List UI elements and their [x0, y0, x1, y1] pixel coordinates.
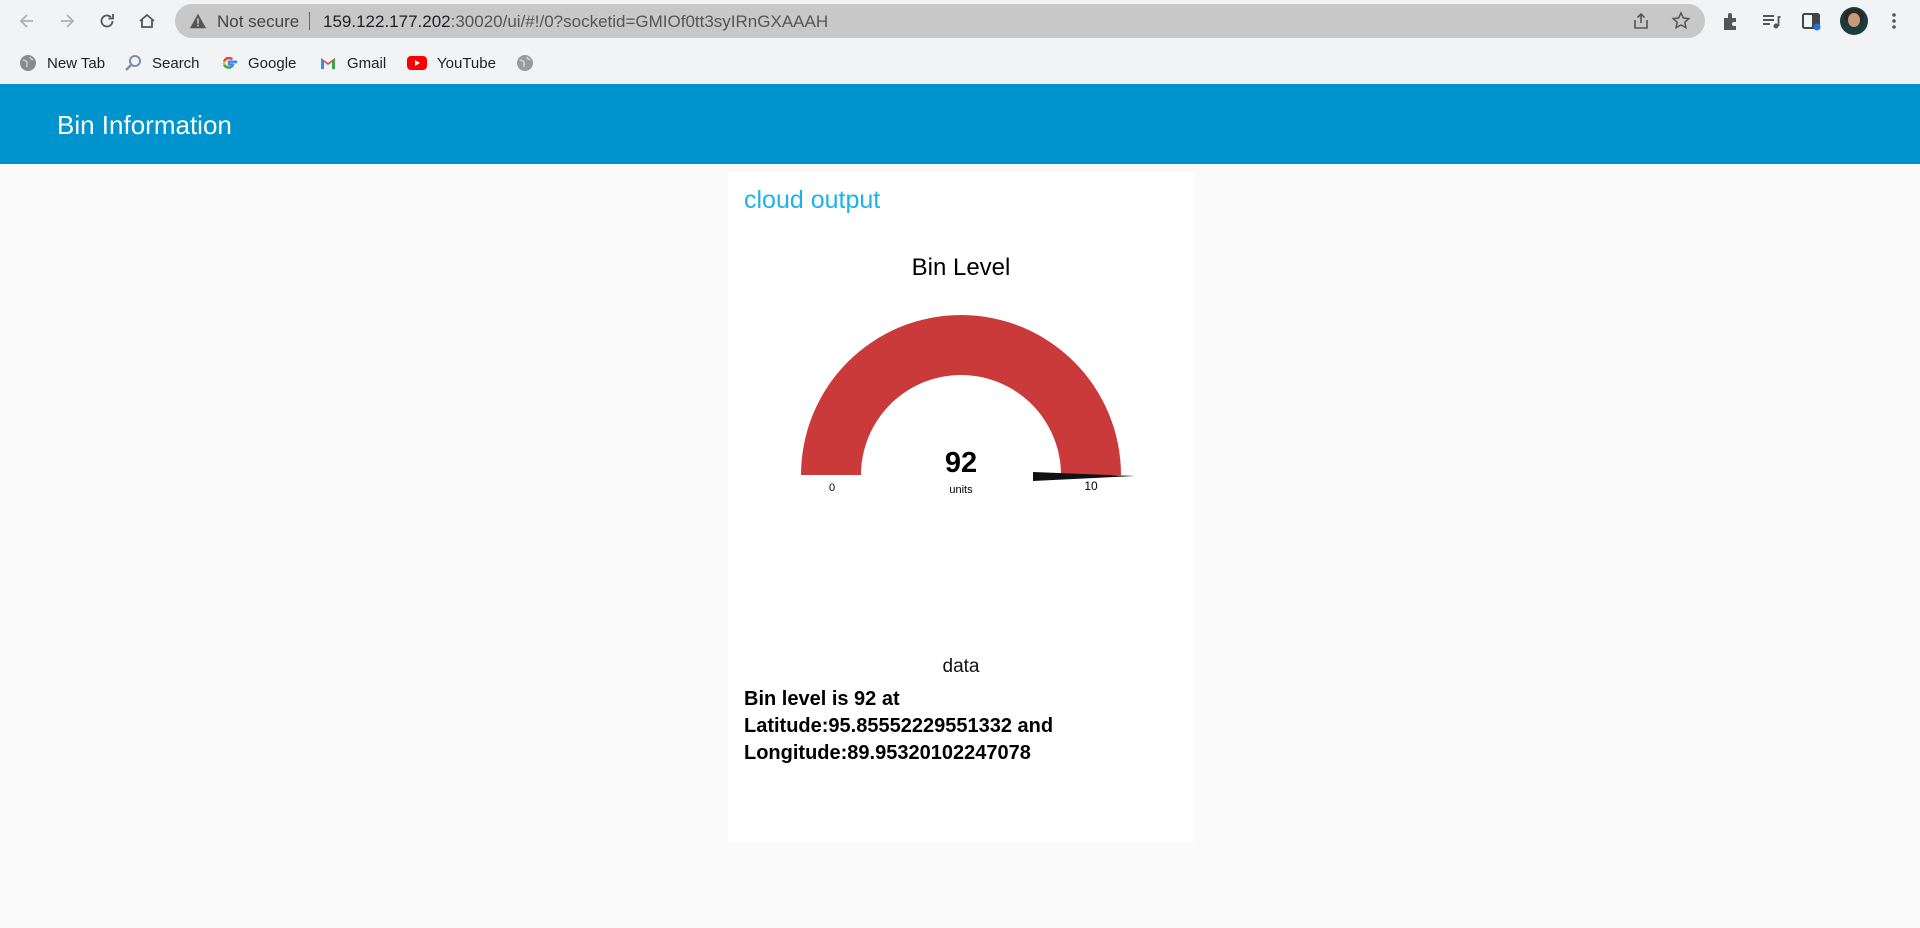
media-queue-icon[interactable]	[1760, 10, 1782, 32]
bookmark-label: New Tab	[47, 54, 106, 72]
data-line-latitude: Latitude:95.85552229551332 and	[744, 715, 1054, 737]
gauge-title: Bin Level	[911, 254, 1011, 281]
forward-button[interactable]	[52, 6, 82, 36]
warning-icon	[189, 13, 207, 29]
avatar-face	[1848, 13, 1860, 27]
home-button[interactable]	[132, 6, 162, 36]
bookmark-google[interactable]: Google	[220, 51, 296, 75]
bookmark-label: Gmail	[347, 54, 387, 72]
omnibox-separator	[309, 12, 310, 30]
data-label: data	[942, 656, 980, 677]
gauge-min-label: 0	[829, 482, 835, 494]
star-icon[interactable]	[1671, 11, 1691, 31]
url-host: 159.122.177.202	[323, 12, 451, 31]
page-title: Bin Information	[57, 110, 232, 140]
dashboard-header: Bin Information	[0, 84, 1920, 164]
extensions-icon[interactable]	[1720, 10, 1742, 32]
reload-icon	[100, 14, 114, 28]
gauge-units: units	[949, 484, 973, 496]
bookmark-new-tab[interactable]: New Tab	[19, 51, 105, 75]
bookmark-label: Search	[152, 54, 200, 72]
side-panel-icon[interactable]	[1800, 10, 1822, 32]
google-icon	[220, 54, 238, 72]
search-icon	[124, 54, 142, 72]
youtube-icon	[407, 54, 427, 72]
bookmark-youtube[interactable]: YouTube	[407, 51, 496, 75]
bookmark-label: YouTube	[437, 54, 496, 72]
profile-avatar[interactable]	[1840, 7, 1868, 35]
data-line-longitude: Longitude:89.95320102247078	[744, 742, 1031, 764]
url-text[interactable]: 159.122.177.202:30020/ui/#!/0?socketid=G…	[323, 12, 828, 32]
bookmark-search[interactable]: Search	[124, 51, 200, 75]
address-bar[interactable]: Not secure 159.122.177.202:30020/ui/#!/0…	[175, 4, 1705, 38]
bookmarks-bar: New Tab Search Google Gmail YouTube	[0, 42, 1920, 85]
gmail-icon	[319, 54, 337, 72]
home-icon	[139, 13, 155, 28]
menu-kebab-icon[interactable]	[1883, 10, 1905, 32]
bookmark-label: Google	[248, 54, 297, 72]
globe-icon	[19, 54, 37, 72]
cloud-output-card: cloud output Bin Level 92 units 0 10 dat…	[728, 172, 1194, 842]
bin-data-text: Bin level is 92 at Latitude:95.855522295…	[744, 686, 1174, 767]
url-path: :30020/ui/#!/0?socketid=GMIOf0tt3syIRnGX…	[450, 12, 829, 31]
browser-toolbar: Not secure 159.122.177.202:30020/ui/#!/0…	[0, 0, 1920, 42]
data-line-level: Bin level is 92 at	[744, 688, 900, 710]
reload-button[interactable]	[92, 6, 122, 36]
bookmark-gmail[interactable]: Gmail	[319, 51, 386, 75]
back-arrow-icon	[19, 14, 33, 28]
security-label[interactable]: Not secure	[217, 12, 299, 32]
globe-icon	[516, 54, 534, 72]
card-title: cloud output	[744, 186, 881, 214]
forward-arrow-icon	[61, 14, 75, 28]
bookmark-unnamed[interactable]	[516, 51, 544, 75]
gauge-value: 92	[945, 447, 977, 479]
back-button[interactable]	[12, 6, 42, 36]
gauge-max-label: 10	[1084, 479, 1098, 493]
share-icon[interactable]	[1631, 11, 1651, 31]
bin-level-gauge: 92 units 0 10	[801, 315, 1135, 496]
